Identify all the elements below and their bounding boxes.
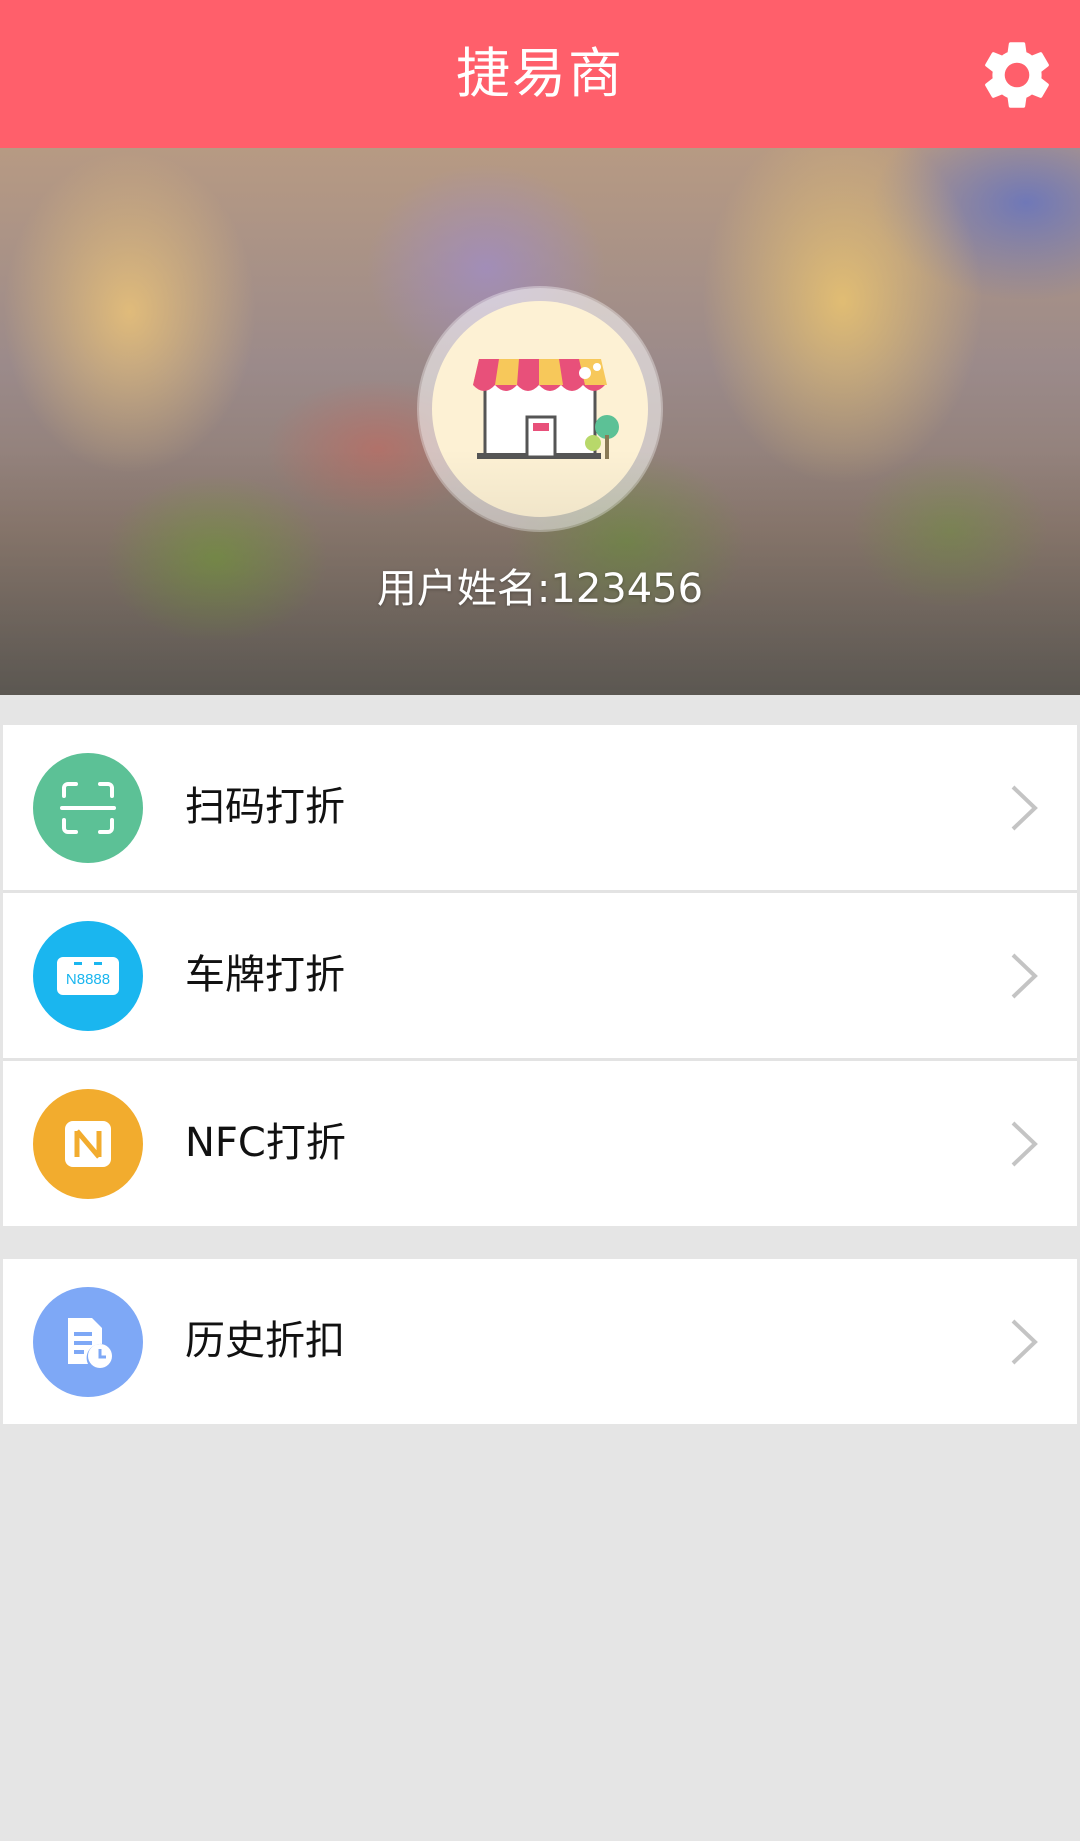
menu-item-history-discount[interactable]: 历史折扣 <box>3 1259 1077 1424</box>
menu-item-plate-discount[interactable]: N8888 车牌打折 <box>3 890 1077 1058</box>
nfc-icon <box>33 1089 143 1199</box>
chevron-right-icon <box>1011 953 1038 999</box>
chevron-right-icon <box>1011 1319 1038 1365</box>
plate-text: N8888 <box>66 971 110 988</box>
avatar <box>432 301 648 517</box>
shop-storefront-icon <box>473 359 619 459</box>
chevron-right-icon <box>1011 785 1038 831</box>
history-menu-group: 历史折扣 <box>3 1259 1077 1424</box>
menu-item-scan-discount[interactable]: 扫码打折 <box>3 725 1077 890</box>
menu-item-label: 扫码打折 <box>185 784 345 830</box>
history-document-icon <box>33 1287 143 1397</box>
avatar-ring[interactable] <box>419 288 661 530</box>
scan-icon <box>33 753 143 863</box>
menu-item-label: NFC打折 <box>185 1120 346 1166</box>
app-header: 捷易商 <box>0 0 1080 148</box>
menu-item-label: 车牌打折 <box>185 952 345 998</box>
menu-item-nfc-discount[interactable]: NFC打折 <box>3 1058 1077 1226</box>
menu-item-label: 历史折扣 <box>185 1318 345 1364</box>
gear-icon[interactable] <box>976 34 1058 116</box>
username-label: 用户姓名:123456 <box>376 566 704 612</box>
profile-banner: 用户姓名:123456 <box>0 148 1080 695</box>
page-title: 捷易商 <box>456 42 624 105</box>
chevron-right-icon <box>1011 1121 1038 1167</box>
discount-menu-group: 扫码打折 N8888 车牌打折 NFC打折 <box>3 725 1077 1226</box>
license-plate-icon: N8888 <box>33 921 143 1031</box>
